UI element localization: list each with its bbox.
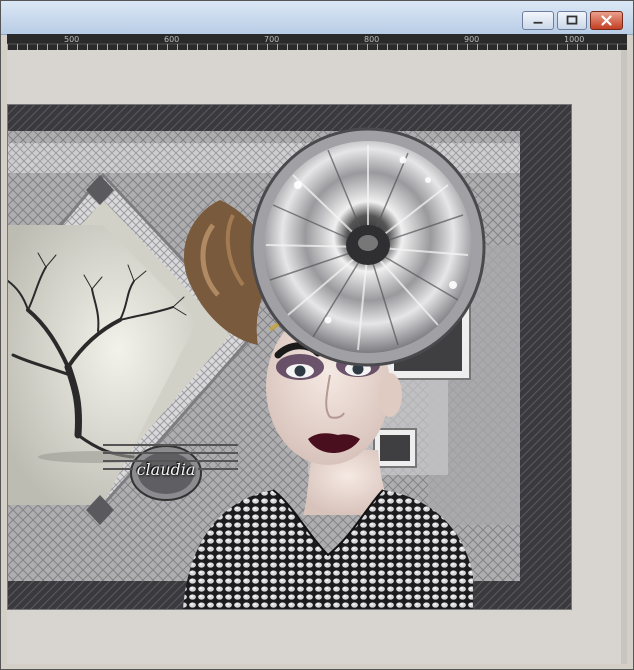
title-bar[interactable] — [1, 1, 633, 35]
ruler-label-800: 800 — [364, 35, 380, 44]
artwork-image: claudia — [7, 104, 572, 610]
close-icon — [601, 15, 612, 26]
signature-watermark: claudia — [130, 446, 202, 502]
close-button[interactable] — [590, 11, 623, 30]
canvas-right-edge — [621, 50, 627, 664]
minimize-icon — [533, 21, 543, 24]
ruler-label-900: 900 — [464, 35, 480, 44]
ruler-label-1000: 1000 — [564, 35, 585, 44]
horizontal-ruler[interactable]: 500 600 700 800 900 1000 — [7, 34, 627, 50]
ruler-ticks — [7, 43, 627, 50]
ruler-label-700: 700 — [264, 35, 280, 44]
canvas-area[interactable]: claudia — [7, 50, 627, 664]
ruler-label-500: 500 — [64, 35, 80, 44]
ruler-label-600: 600 — [164, 35, 180, 44]
signature-text: claudia — [136, 460, 196, 479]
maximize-icon — [566, 15, 578, 25]
app-window: 500 600 700 800 900 1000 claudia — [0, 0, 634, 670]
silver-hat — [250, 127, 486, 367]
minimize-button[interactable] — [522, 11, 554, 30]
maximize-button[interactable] — [557, 11, 587, 30]
artwork-composition — [8, 105, 571, 609]
